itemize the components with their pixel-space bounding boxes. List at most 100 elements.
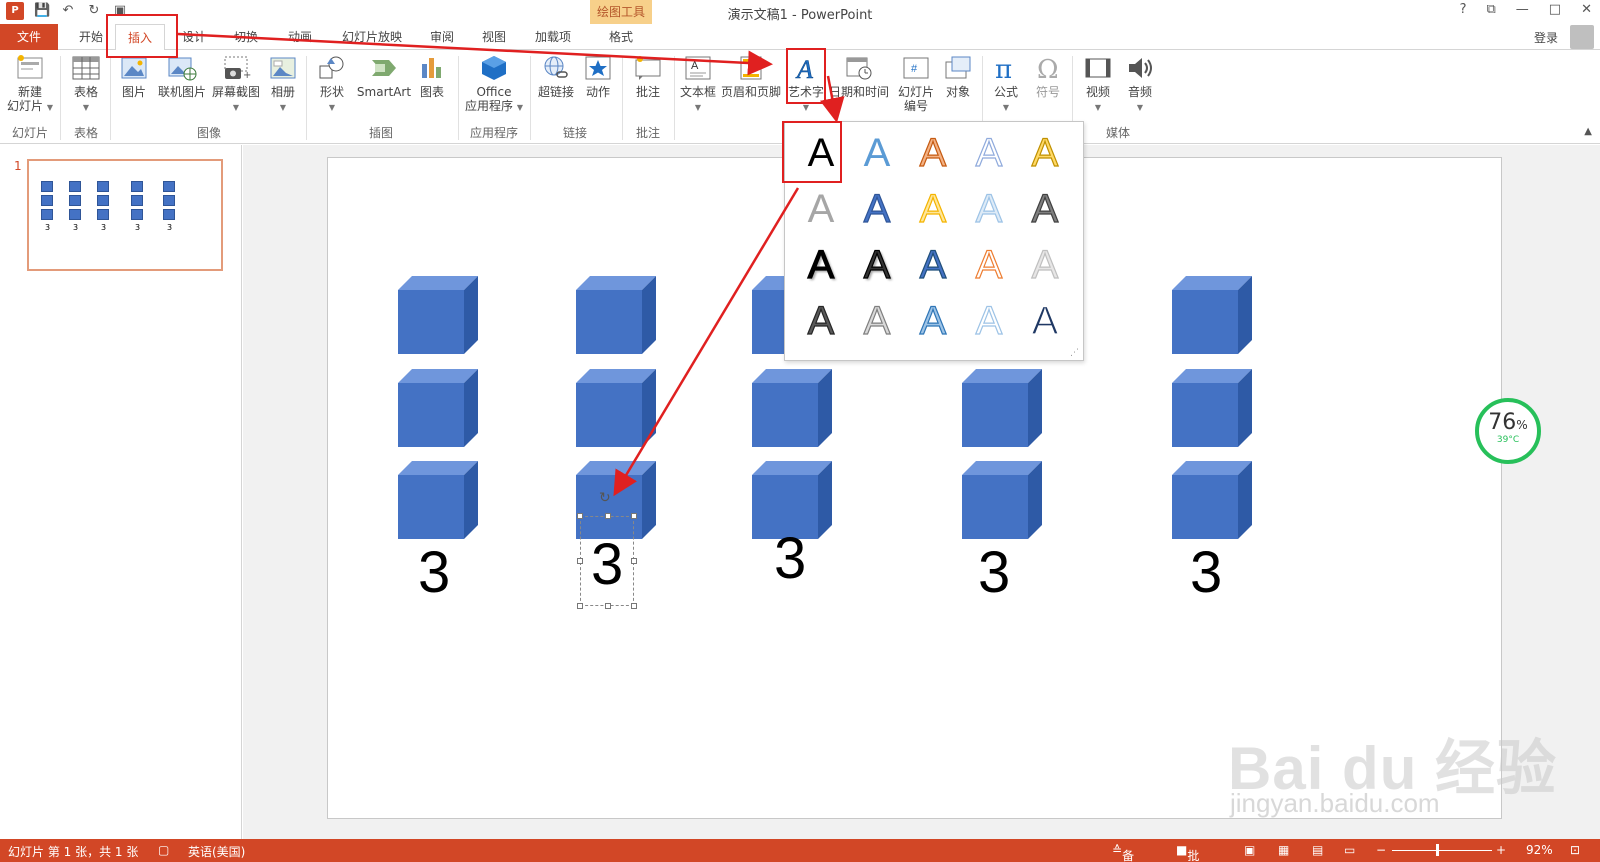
slideshow-view-icon[interactable]: ▭	[1344, 843, 1355, 857]
resize-handle[interactable]	[631, 603, 637, 609]
cube-shape[interactable]	[398, 369, 478, 449]
tab-transitions[interactable]: 切换	[224, 24, 268, 50]
wordart-style-option[interactable]: A	[961, 181, 1017, 237]
cube-shape[interactable]	[962, 461, 1042, 541]
cube-shape[interactable]	[576, 276, 656, 356]
resize-handle[interactable]	[577, 603, 583, 609]
zoom-out-button[interactable]: −	[1376, 843, 1386, 857]
picture-button[interactable]: 图片	[116, 54, 152, 99]
zoom-slider-thumb[interactable]	[1436, 844, 1439, 856]
sign-in-link[interactable]: 登录	[1534, 29, 1558, 46]
wordart-style-option[interactable]: A	[793, 293, 849, 349]
cube-shape[interactable]	[576, 369, 656, 449]
wordart-style-option[interactable]: A	[905, 125, 961, 181]
symbol-button[interactable]: Ω 符号	[1030, 54, 1066, 99]
video-button[interactable]: 视频 ▼	[1078, 54, 1118, 113]
equation-button[interactable]: π 公式 ▼	[988, 54, 1024, 113]
wordart-style-option[interactable]: A	[905, 237, 961, 293]
smartart-button[interactable]: SmartArt	[356, 54, 412, 99]
rotate-handle-icon[interactable]: ↻	[599, 490, 611, 506]
wordart-style-option[interactable]: A	[1017, 125, 1073, 181]
zoom-slider[interactable]	[1392, 850, 1492, 851]
normal-view-icon[interactable]: ▣	[1244, 843, 1255, 857]
minimize-button[interactable]: —	[1516, 2, 1529, 17]
system-monitor-widget[interactable]: 76% 39°C	[1475, 398, 1541, 464]
cube-shape[interactable]	[398, 461, 478, 541]
fit-to-window-icon[interactable]: ⊡	[1570, 843, 1580, 857]
audio-button[interactable]: 音频 ▼	[1122, 54, 1158, 113]
cube-shape[interactable]	[1172, 369, 1252, 449]
slide-number-button[interactable]: # 幻灯片 编号	[894, 54, 938, 113]
photo-album-button[interactable]: 相册 ▼	[264, 54, 302, 113]
wordart-style-option[interactable]: A	[849, 293, 905, 349]
tab-format[interactable]: 格式	[600, 24, 642, 50]
close-button[interactable]: ✕	[1581, 2, 1592, 17]
tab-file[interactable]: 文件	[0, 24, 58, 50]
hyperlink-button[interactable]: 超链接	[534, 54, 578, 99]
resize-handle[interactable]	[605, 513, 611, 519]
wordart-style-option[interactable]: A	[961, 125, 1017, 181]
wordart-style-option[interactable]: A	[793, 181, 849, 237]
number-label[interactable]: 3	[774, 530, 806, 588]
new-comment-button[interactable]: 批注	[628, 54, 668, 99]
resize-handle[interactable]	[605, 603, 611, 609]
wordart-style-option[interactable]: A	[905, 181, 961, 237]
zoom-in-button[interactable]: +	[1496, 843, 1506, 857]
office-apps-button[interactable]: Office 应用程序 ▼	[464, 54, 524, 115]
cube-shape[interactable]	[398, 276, 478, 356]
resize-handle[interactable]	[631, 558, 637, 564]
wordart-style-option[interactable]: A	[849, 237, 905, 293]
notes-button[interactable]: ≙ 备注	[1112, 843, 1134, 862]
wordart-style-option[interactable]: A	[961, 293, 1017, 349]
table-button[interactable]: 表格 ▼	[66, 54, 106, 113]
screenshot-button[interactable]: + 屏幕截图 ▼	[210, 54, 262, 113]
selection-box[interactable]	[577, 513, 637, 609]
slide-sorter-view-icon[interactable]: ▦	[1278, 843, 1289, 857]
tab-addins[interactable]: 加载项	[528, 24, 578, 50]
collapse-ribbon-icon[interactable]: ▲	[1584, 126, 1592, 137]
wordart-style-option[interactable]: A	[849, 125, 905, 181]
resize-grip-icon[interactable]: ⋰	[1070, 348, 1079, 358]
number-label[interactable]: 3	[978, 544, 1010, 602]
shapes-button[interactable]: 形状 ▼	[312, 54, 352, 113]
wordart-style-option[interactable]: A	[1017, 181, 1073, 237]
maximize-button[interactable]: □	[1549, 2, 1561, 17]
cube-shape[interactable]	[752, 369, 832, 449]
wordart-style-option[interactable]: A	[961, 237, 1017, 293]
tab-review[interactable]: 审阅	[424, 24, 460, 50]
online-picture-button[interactable]: 联机图片	[156, 54, 208, 99]
tab-animations[interactable]: 动画	[278, 24, 322, 50]
help-button[interactable]: ?	[1460, 2, 1467, 17]
wordart-style-option[interactable]: A	[793, 237, 849, 293]
spell-check-icon[interactable]: ▢	[158, 843, 169, 857]
object-button[interactable]: 对象	[940, 54, 976, 99]
resize-handle[interactable]	[631, 513, 637, 519]
new-slide-button[interactable]: 新建 幻灯片 ▼	[6, 54, 54, 115]
tab-view[interactable]: 视图	[476, 24, 512, 50]
comments-button[interactable]: ■ 批注	[1176, 843, 1199, 862]
tab-slideshow[interactable]: 幻灯片放映	[336, 24, 408, 50]
cube-shape[interactable]	[962, 369, 1042, 449]
tab-design[interactable]: 设计	[172, 24, 216, 50]
resize-handle[interactable]	[577, 513, 583, 519]
zoom-level[interactable]: 92%	[1526, 843, 1553, 857]
ribbon-display-button[interactable]: ⧉	[1487, 2, 1496, 17]
cube-shape[interactable]	[1172, 276, 1252, 356]
date-time-button[interactable]: 日期和时间	[828, 54, 890, 99]
wordart-style-option[interactable]: A	[905, 293, 961, 349]
number-label[interactable]: 3	[418, 544, 450, 602]
avatar[interactable]	[1570, 25, 1594, 49]
wordart-style-option[interactable]: A	[849, 181, 905, 237]
language-indicator[interactable]: 英语(美国)	[188, 843, 245, 860]
chart-button[interactable]: 图表	[414, 54, 450, 99]
wordart-style-option[interactable]: A	[1017, 237, 1073, 293]
resize-handle[interactable]	[577, 558, 583, 564]
header-footer-button[interactable]: 页眉和页脚	[720, 54, 782, 99]
reading-view-icon[interactable]: ▤	[1312, 843, 1323, 857]
textbox-button[interactable]: A 文本框 ▼	[678, 54, 718, 113]
action-button[interactable]: 动作	[580, 54, 616, 99]
slide-thumbnail[interactable]: 3 3 3 3 3	[27, 159, 223, 271]
number-label[interactable]: 3	[1190, 544, 1222, 602]
cube-shape[interactable]	[1172, 461, 1252, 541]
wordart-style-option[interactable]: A	[1017, 293, 1073, 349]
